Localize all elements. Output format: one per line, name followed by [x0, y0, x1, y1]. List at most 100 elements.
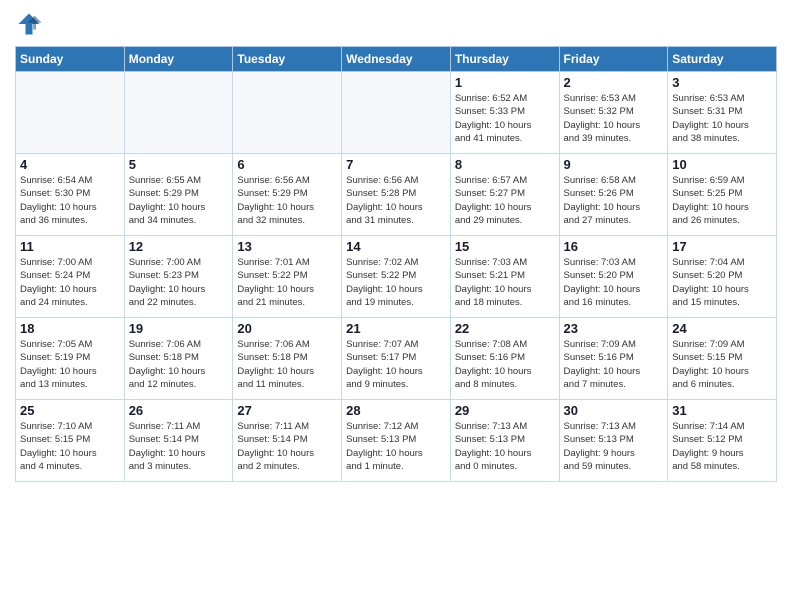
calendar-cell: 17Sunrise: 7:04 AM Sunset: 5:20 PM Dayli… [668, 236, 777, 318]
day-info: Sunrise: 7:06 AM Sunset: 5:18 PM Dayligh… [129, 338, 229, 391]
calendar-cell: 23 Sunrise: 7:09 AM Sunset: 5:16 PM Dayli… [559, 318, 668, 400]
weekday-header-monday: Monday [124, 47, 233, 72]
day-info: Sunrise: 6:55 AM Sunset: 5:29 PM Dayligh… [129, 174, 229, 227]
day-info: Sunrise: 7:03 AM Sunset: 5:20 PM Dayligh… [564, 256, 664, 309]
day-number: 23 [564, 321, 664, 336]
calendar-cell: 3 Sunrise: 6:53 AM Sunset: 5:31 PM Daylig… [668, 72, 777, 154]
calendar-cell: 21 Sunrise: 7:07 AM Sunset: 5:17 PM Dayli… [342, 318, 451, 400]
calendar-cell: 24 Sunrise: 7:09 AM Sunset: 5:15 PM Dayli… [668, 318, 777, 400]
day-info: Sunrise: 7:13 AM Sunset: 5:13 PM Dayligh… [455, 420, 555, 473]
day-info: Sunrise: 7:03 AM Sunset: 5:21 PM Dayligh… [455, 256, 555, 309]
day-info: Sunrise: 7:09 AM Sunset: 5:16 PM Dayligh… [564, 338, 664, 391]
weekday-header-tuesday: Tuesday [233, 47, 342, 72]
day-info: Sunrise: 7:07 AM Sunset: 5:17 PM Dayligh… [346, 338, 446, 391]
weekday-header-wednesday: Wednesday [342, 47, 451, 72]
day-number: 3 [672, 75, 772, 90]
calendar-cell: 15Sunrise: 7:03 AM Sunset: 5:21 PM Dayli… [450, 236, 559, 318]
calendar-cell: 5 Sunrise: 6:55 AM Sunset: 5:29 PM Daylig… [124, 154, 233, 236]
day-number: 7 [346, 157, 446, 172]
calendar-cell: 25 Sunrise: 7:10 AM Sunset: 5:15 PM Dayli… [16, 400, 125, 482]
day-info: Sunrise: 7:06 AM Sunset: 5:18 PM Dayligh… [237, 338, 337, 391]
calendar-cell: 13 Sunrise: 7:01 AM Sunset: 5:22 PM Dayli… [233, 236, 342, 318]
calendar-cell: 2Sunrise: 6:53 AM Sunset: 5:32 PM Daylig… [559, 72, 668, 154]
calendar-cell: 31Sunrise: 7:14 AM Sunset: 5:12 PM Dayli… [668, 400, 777, 482]
logo-icon [15, 10, 43, 38]
calendar-cell: 14 Sunrise: 7:02 AM Sunset: 5:22 PM Dayli… [342, 236, 451, 318]
calendar-cell: 4 Sunrise: 6:54 AM Sunset: 5:30 PM Daylig… [16, 154, 125, 236]
day-number: 27 [237, 403, 337, 418]
day-number: 24 [672, 321, 772, 336]
day-info: Sunrise: 7:13 AM Sunset: 5:13 PM Dayligh… [564, 420, 664, 473]
weekday-header-friday: Friday [559, 47, 668, 72]
calendar-cell: 9 Sunrise: 6:58 AM Sunset: 5:26 PM Daylig… [559, 154, 668, 236]
calendar-cell: 1Sunrise: 6:52 AM Sunset: 5:33 PM Daylig… [450, 72, 559, 154]
weekday-header-sunday: Sunday [16, 47, 125, 72]
calendar-cell: 26Sunrise: 7:11 AM Sunset: 5:14 PM Dayli… [124, 400, 233, 482]
week-row-5: 25 Sunrise: 7:10 AM Sunset: 5:15 PM Dayli… [16, 400, 777, 482]
day-number: 19 [129, 321, 229, 336]
calendar-cell: 6Sunrise: 6:56 AM Sunset: 5:29 PM Daylig… [233, 154, 342, 236]
day-number: 16 [564, 239, 664, 254]
calendar-cell: 10Sunrise: 6:59 AM Sunset: 5:25 PM Dayli… [668, 154, 777, 236]
calendar-cell [342, 72, 451, 154]
calendar-cell: 28 Sunrise: 7:12 AM Sunset: 5:13 PM Dayli… [342, 400, 451, 482]
calendar-cell [233, 72, 342, 154]
day-info: Sunrise: 7:02 AM Sunset: 5:22 PM Dayligh… [346, 256, 446, 309]
day-info: Sunrise: 7:01 AM Sunset: 5:22 PM Dayligh… [237, 256, 337, 309]
calendar-header [15, 10, 777, 38]
day-info: Sunrise: 7:11 AM Sunset: 5:14 PM Dayligh… [129, 420, 229, 473]
day-info: Sunrise: 6:56 AM Sunset: 5:28 PM Dayligh… [346, 174, 446, 227]
day-number: 11 [20, 239, 120, 254]
logo [15, 10, 47, 38]
day-info: Sunrise: 7:09 AM Sunset: 5:15 PM Dayligh… [672, 338, 772, 391]
day-number: 21 [346, 321, 446, 336]
calendar-cell: 16 Sunrise: 7:03 AM Sunset: 5:20 PM Dayli… [559, 236, 668, 318]
day-info: Sunrise: 7:08 AM Sunset: 5:16 PM Dayligh… [455, 338, 555, 391]
calendar-cell: 19 Sunrise: 7:06 AM Sunset: 5:18 PM Dayli… [124, 318, 233, 400]
weekday-header-thursday: Thursday [450, 47, 559, 72]
day-number: 29 [455, 403, 555, 418]
calendar-cell: 18 Sunrise: 7:05 AM Sunset: 5:19 PM Dayli… [16, 318, 125, 400]
week-row-3: 11 Sunrise: 7:00 AM Sunset: 5:24 PM Dayli… [16, 236, 777, 318]
calendar-cell: 11 Sunrise: 7:00 AM Sunset: 5:24 PM Dayli… [16, 236, 125, 318]
day-number: 1 [455, 75, 555, 90]
day-info: Sunrise: 6:59 AM Sunset: 5:25 PM Dayligh… [672, 174, 772, 227]
calendar-cell [124, 72, 233, 154]
calendar-cell: 8 Sunrise: 6:57 AM Sunset: 5:27 PM Daylig… [450, 154, 559, 236]
day-number: 4 [20, 157, 120, 172]
day-info: Sunrise: 7:12 AM Sunset: 5:13 PM Dayligh… [346, 420, 446, 473]
day-number: 22 [455, 321, 555, 336]
day-info: Sunrise: 6:54 AM Sunset: 5:30 PM Dayligh… [20, 174, 120, 227]
week-row-4: 18 Sunrise: 7:05 AM Sunset: 5:19 PM Dayli… [16, 318, 777, 400]
day-number: 8 [455, 157, 555, 172]
calendar-cell: 20 Sunrise: 7:06 AM Sunset: 5:18 PM Dayli… [233, 318, 342, 400]
calendar-cell: 27 Sunrise: 7:11 AM Sunset: 5:14 PM Dayli… [233, 400, 342, 482]
day-number: 31 [672, 403, 772, 418]
day-number: 25 [20, 403, 120, 418]
day-info: Sunrise: 6:57 AM Sunset: 5:27 PM Dayligh… [455, 174, 555, 227]
day-number: 14 [346, 239, 446, 254]
day-number: 28 [346, 403, 446, 418]
day-number: 30 [564, 403, 664, 418]
day-number: 20 [237, 321, 337, 336]
day-info: Sunrise: 7:05 AM Sunset: 5:19 PM Dayligh… [20, 338, 120, 391]
day-info: Sunrise: 6:58 AM Sunset: 5:26 PM Dayligh… [564, 174, 664, 227]
calendar-cell: 30 Sunrise: 7:13 AM Sunset: 5:13 PM Dayli… [559, 400, 668, 482]
weekday-header-saturday: Saturday [668, 47, 777, 72]
day-info: Sunrise: 7:10 AM Sunset: 5:15 PM Dayligh… [20, 420, 120, 473]
day-number: 13 [237, 239, 337, 254]
day-number: 5 [129, 157, 229, 172]
day-info: Sunrise: 7:00 AM Sunset: 5:24 PM Dayligh… [20, 256, 120, 309]
day-info: Sunrise: 7:04 AM Sunset: 5:20 PM Dayligh… [672, 256, 772, 309]
day-info: Sunrise: 6:53 AM Sunset: 5:32 PM Dayligh… [564, 92, 664, 145]
calendar-cell: 7 Sunrise: 6:56 AM Sunset: 5:28 PM Daylig… [342, 154, 451, 236]
calendar-cell: 22 Sunrise: 7:08 AM Sunset: 5:16 PM Dayli… [450, 318, 559, 400]
calendar-table: SundayMondayTuesdayWednesdayThursdayFrid… [15, 46, 777, 482]
day-info: Sunrise: 6:53 AM Sunset: 5:31 PM Dayligh… [672, 92, 772, 145]
day-info: Sunrise: 7:11 AM Sunset: 5:14 PM Dayligh… [237, 420, 337, 473]
weekday-header-row: SundayMondayTuesdayWednesdayThursdayFrid… [16, 47, 777, 72]
week-row-1: 1Sunrise: 6:52 AM Sunset: 5:33 PM Daylig… [16, 72, 777, 154]
day-number: 18 [20, 321, 120, 336]
day-info: Sunrise: 7:00 AM Sunset: 5:23 PM Dayligh… [129, 256, 229, 309]
day-number: 9 [564, 157, 664, 172]
